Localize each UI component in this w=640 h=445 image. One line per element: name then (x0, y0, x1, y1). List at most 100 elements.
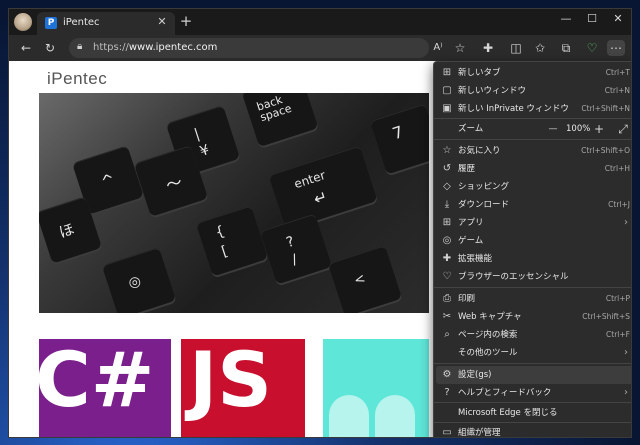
menu-separator (434, 287, 631, 288)
new-window-icon: ▢ (442, 85, 452, 96)
new-tab-button[interactable]: + (177, 12, 195, 30)
menu-item-8[interactable]: ⊞ アプリ › (436, 214, 631, 232)
chevron-right-icon: › (624, 217, 628, 228)
enter-key: enter ↵ (268, 145, 378, 231)
games-icon: ◎ (442, 235, 452, 246)
menu-item-4[interactable]: ☆ お気に入り Ctrl+Shift+O (436, 142, 631, 160)
apps-icon: ⊞ (442, 217, 452, 228)
menu-item-11[interactable]: ♡ ブラウザーのエッセンシャル (436, 268, 631, 286)
menu-separator (434, 118, 631, 119)
browser-window: P iPentec ✕ + — ☐ ✕ ← ↻ 🔒︎ https://www.i… (8, 8, 632, 438)
menu-item-label: 新しい InPrivate ウィンドウ (458, 104, 569, 114)
menu-item-5[interactable]: ↺ 履歴 Ctrl+H (436, 160, 631, 178)
favorite-star-icon[interactable]: ☆ (451, 40, 469, 56)
profile-avatar[interactable] (14, 13, 32, 31)
menu-item-label: 組織が管理 (458, 428, 501, 438)
address-bar[interactable]: 🔒︎ https://www.ipentec.com (69, 38, 429, 58)
tab-ipentec[interactable]: P iPentec ✕ (37, 12, 175, 35)
key-slash: ? / (259, 213, 333, 285)
menu-item-16[interactable]: ⚙ 設定(gs) (436, 366, 631, 384)
lock-icon: 🔒︎ (77, 41, 83, 52)
extensions-puzzle-icon[interactable]: ✚ (479, 40, 497, 56)
backspace-key: back space (241, 93, 319, 148)
menu-item-0[interactable]: ⊞ 新しいタブ Ctrl+T (436, 64, 631, 82)
menu-item-18[interactable]: Microsoft Edge を閉じる (436, 404, 631, 422)
menu-item-19[interactable]: ▭ 組織が管理 (436, 424, 631, 438)
menu-item-label: 履歴 (458, 164, 476, 174)
tile-csharp[interactable]: C# (39, 339, 171, 437)
menu-separator (434, 139, 631, 140)
fullscreen-icon[interactable]: ⤢ (616, 120, 630, 138)
menu-item-label: ブラウザーのエッセンシャル (458, 272, 569, 282)
menu-shortcut: Ctrl+Shift+S (582, 312, 630, 321)
menu-item-10[interactable]: ✚ 拡張機能 (436, 250, 631, 268)
menu-item-label: 拡張機能 (458, 254, 493, 264)
tile-js-text: JS (189, 339, 273, 424)
menu-shortcut: Ctrl+T (605, 68, 630, 77)
menu-item-1[interactable]: ▢ 新しいウィンドウ Ctrl+N (436, 82, 631, 100)
download-icon: ⤓ (444, 199, 450, 210)
browser-essentials-icon[interactable]: ♡ (583, 40, 601, 56)
read-aloud-icon[interactable]: A⁾ (429, 40, 447, 56)
refresh-icon[interactable]: ↻ (41, 40, 59, 56)
tab-title: iPentec (63, 17, 100, 28)
site-logo[interactable]: iPentec (47, 69, 107, 89)
menu-item-label: 設定(gs) (458, 370, 492, 380)
tile-js[interactable]: JS (181, 339, 305, 437)
menu-item-label: ページ内の検索 (458, 330, 518, 340)
chevron-right-icon: › (624, 387, 628, 398)
split-screen-icon[interactable]: ◫ (507, 40, 525, 56)
back-icon[interactable]: ← (17, 40, 35, 56)
menu-separator (434, 363, 631, 364)
menu-item-9[interactable]: ◎ ゲーム (436, 232, 631, 250)
inprivate-icon: ▣ (442, 103, 452, 114)
menu-shortcut: Ctrl+H (604, 164, 630, 173)
new-tab-icon: ⊞ (442, 67, 452, 78)
favorites-bar-icon[interactable]: ✩ (531, 40, 549, 56)
settings-icon: ⚙ (442, 369, 452, 380)
menu-item-3[interactable]: ズーム — 100% + ⤢ (436, 120, 631, 138)
menu-item-15[interactable]: その他のツール › (436, 344, 631, 362)
tile-other[interactable] (323, 339, 429, 437)
collections-icon[interactable]: ⧉ (557, 40, 575, 56)
menu-item-17[interactable]: ? ヘルプとフィードバック › (436, 384, 631, 402)
tile-other-shape (329, 395, 369, 437)
maximize-button[interactable]: ☐ (581, 12, 603, 25)
zoom-out-button[interactable]: — (546, 120, 560, 138)
history-icon: ↺ (442, 163, 452, 174)
minimize-button[interactable]: — (555, 12, 577, 25)
menu-item-label: 新しいウィンドウ (458, 86, 527, 96)
site-favicon-icon: P (45, 17, 57, 29)
menu-shortcut: Ctrl+Shift+O (581, 146, 630, 155)
menu-item-13[interactable]: ✂ Web キャプチャ Ctrl+Shift+S (436, 308, 631, 326)
menu-item-label: その他のツール (458, 348, 518, 358)
tile-other-shape (375, 395, 415, 437)
key-round: ◎ (101, 247, 177, 313)
menu-item-label: 新しいタブ (458, 68, 501, 78)
settings-more-icon[interactable]: ⋯ (607, 40, 625, 56)
menu-item-label: 印刷 (458, 294, 476, 304)
toolbar: ← ↻ 🔒︎ https://www.ipentec.com A⁾ ☆ ✚ ◫ … (9, 35, 631, 61)
menu-item-label: お気に入り (458, 146, 501, 156)
shopping-icon: ◇ (443, 181, 451, 192)
key-extra: < (327, 245, 403, 313)
menu-item-6[interactable]: ◇ ショッピング (436, 178, 631, 196)
menu-item-14[interactable]: ⌕ ページ内の検索 Ctrl+F (436, 326, 631, 344)
menu-shortcut: Ctrl+J (608, 200, 630, 209)
menu-item-label: アプリ (458, 218, 484, 228)
url-text: https://www.ipentec.com (93, 42, 218, 53)
key-seven: 7 (369, 103, 429, 175)
web-capture-icon: ✂ (442, 311, 452, 322)
menu-item-2[interactable]: ▣ 新しい InPrivate ウィンドウ Ctrl+Shift+N (436, 100, 631, 118)
menu-item-label: ヘルプとフィードバック (458, 388, 552, 398)
menu-item-7[interactable]: ⤓ ダウンロード Ctrl+J (436, 196, 631, 214)
menu-item-label: ダウンロード (458, 200, 510, 210)
close-button[interactable]: ✕ (607, 12, 629, 25)
menu-item-12[interactable]: ⎙ 印刷 Ctrl+P (436, 290, 631, 308)
tab-close-icon[interactable]: ✕ (155, 15, 169, 28)
help-icon: ? (444, 387, 450, 398)
find-icon: ⌕ (444, 329, 450, 340)
settings-and-more-menu: ⊞ 新しいタブ Ctrl+T ▢ 新しいウィンドウ Ctrl+N ▣ 新しい InPrivat… (433, 61, 631, 438)
extensions-icon: ✚ (442, 253, 452, 264)
zoom-in-button[interactable]: + (592, 120, 606, 138)
